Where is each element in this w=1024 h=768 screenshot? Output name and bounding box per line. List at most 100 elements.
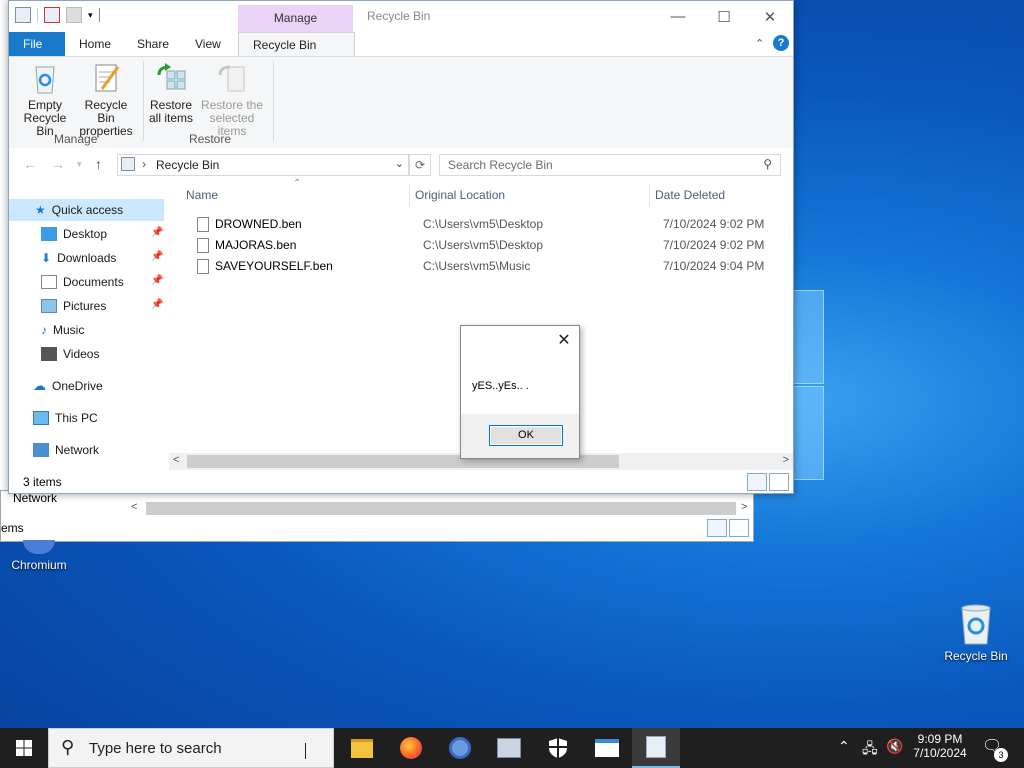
empty-recycle-bin-icon xyxy=(29,61,61,95)
breadcrumb-chevron-icon[interactable]: › xyxy=(142,157,146,171)
taskbar-file-explorer[interactable] xyxy=(338,728,386,768)
ok-button[interactable]: OK xyxy=(489,425,563,446)
nav-downloads[interactable]: ⬇ Downloads xyxy=(41,247,116,269)
large-icons-view-icon[interactable] xyxy=(769,473,789,491)
nav-music[interactable]: ♪ Music xyxy=(41,319,84,341)
dialog-close-icon[interactable]: ✕ xyxy=(555,330,573,350)
recycle-bin-small-icon[interactable] xyxy=(15,7,31,23)
address-dropdown-icon[interactable]: ⌄ xyxy=(395,157,404,170)
taskbar: ⚲ Type here to search ⌃ 🖧 🔇 9:09 PM 7/10… xyxy=(0,728,1024,768)
group-label-restore: Restore xyxy=(189,132,232,146)
forward-arrow-icon[interactable]: → xyxy=(51,156,65,172)
column-divider[interactable] xyxy=(409,184,410,206)
nav-videos-label: Videos xyxy=(63,347,100,361)
pin-icon[interactable]: 📌 xyxy=(151,299,163,310)
details-view-icon[interactable] xyxy=(747,473,767,491)
column-header-original-location[interactable]: Original Location xyxy=(415,188,505,202)
nav-pictures[interactable]: Pictures xyxy=(41,295,106,317)
nav-documents[interactable]: Documents xyxy=(41,271,124,293)
nav-videos[interactable]: Videos xyxy=(41,343,99,365)
bg-scroll-left-icon[interactable]: < xyxy=(131,501,137,513)
table-row[interactable]: MAJORAS.ben C:\Users\vm5\Desktop 7/10/20… xyxy=(185,235,775,256)
file-name: MAJORAS.ben xyxy=(215,238,297,252)
file-icon xyxy=(197,259,209,274)
taskbar-recycle-bin-window[interactable] xyxy=(632,728,680,768)
start-button[interactable] xyxy=(0,728,48,768)
desktop-folder-icon xyxy=(41,227,57,241)
recycle-bin-properties-button[interactable]: Recycle Bin properties xyxy=(75,61,137,138)
nav-this-pc[interactable]: This PC xyxy=(33,407,98,429)
volume-muted-icon[interactable]: 🔇 xyxy=(886,738,903,755)
new-folder-qat-icon[interactable] xyxy=(66,7,82,23)
minimize-button[interactable]: — xyxy=(655,1,701,32)
nav-quick-access[interactable]: ★ Quick access xyxy=(9,199,164,221)
restore-all-items-button[interactable]: Restore all items xyxy=(147,61,195,125)
taskbar-app-generic[interactable] xyxy=(485,728,533,768)
taskbar-search-box[interactable]: ⚲ Type here to search xyxy=(48,728,334,768)
desktop-icon-chromium[interactable]: Chromium xyxy=(8,540,70,572)
tab-view[interactable]: View xyxy=(181,32,235,56)
firefox-icon xyxy=(400,737,422,759)
search-placeholder: Search Recycle Bin xyxy=(448,158,553,172)
taskbar-firefox[interactable] xyxy=(387,728,435,768)
tab-recycle-bin-tools[interactable]: Recycle Bin Tools xyxy=(238,32,355,76)
clock[interactable]: 9:09 PM 7/10/2024 xyxy=(910,732,970,760)
show-hidden-icons-chevron-icon[interactable]: ⌃ xyxy=(838,738,850,755)
file-icon xyxy=(197,217,209,232)
bg-scrollbar-thumb[interactable] xyxy=(146,502,736,515)
empty-recycle-bin-button[interactable]: Empty Recycle Bin xyxy=(15,61,75,138)
scroll-right-icon[interactable]: > xyxy=(783,454,789,466)
pin-icon[interactable]: 📌 xyxy=(151,251,163,262)
recent-locations-icon[interactable]: ▾ xyxy=(77,159,82,170)
address-field[interactable]: › Recycle Bin ⌄ xyxy=(117,154,409,176)
help-icon[interactable]: ? xyxy=(773,35,789,51)
tab-file[interactable]: File xyxy=(9,32,65,56)
table-row[interactable]: SAVEYOURSELF.ben C:\Users\vm5\Music 7/10… xyxy=(185,256,775,277)
bg-details-view-icon[interactable] xyxy=(707,519,727,537)
recycle-bin-label: Recycle Bin xyxy=(944,649,1008,663)
nav-network[interactable]: Network xyxy=(33,439,99,461)
pin-icon[interactable]: 📌 xyxy=(151,227,163,238)
dialog-message: yES..yEs.. . xyxy=(472,380,529,392)
taskbar-chromium[interactable] xyxy=(436,728,484,768)
nav-onedrive[interactable]: ☁ OneDrive xyxy=(33,375,103,397)
collapse-ribbon-icon[interactable]: ⌃ xyxy=(755,37,764,50)
up-arrow-icon[interactable]: ↑ xyxy=(95,156,102,172)
restore-selected-items-button[interactable]: Restore the selected items xyxy=(195,61,269,138)
column-header-date-deleted[interactable]: Date Deleted xyxy=(655,188,725,202)
nav-pictures-label: Pictures xyxy=(63,299,107,313)
search-field[interactable]: Search Recycle Bin ⚲ xyxy=(439,154,781,176)
search-icon[interactable]: ⚲ xyxy=(763,157,772,171)
background-explorer-window[interactable]: Network < > ems xyxy=(0,490,754,542)
bg-large-icons-view-icon[interactable] xyxy=(729,519,749,537)
refresh-button[interactable]: ⟳ xyxy=(409,154,431,176)
desktop-icon-recycle-bin[interactable]: Recycle Bin xyxy=(940,602,1012,663)
nav-desktop[interactable]: Desktop xyxy=(41,223,107,245)
bg-scroll-right-icon[interactable]: > xyxy=(741,501,747,513)
explorer-window[interactable]: ▾ Manage Recycle Bin — ☐ ✕ File Home Sha… xyxy=(8,0,794,494)
message-dialog[interactable]: ✕ yES..yEs.. . OK xyxy=(460,325,580,459)
scroll-left-icon[interactable]: < xyxy=(173,454,179,466)
qat-dropdown-icon[interactable]: ▾ xyxy=(88,10,93,21)
file-name: SAVEYOURSELF.ben xyxy=(215,259,333,273)
column-header-name[interactable]: Name xyxy=(186,188,218,202)
tab-share[interactable]: Share xyxy=(123,32,183,56)
tab-home[interactable]: Home xyxy=(65,32,125,56)
notification-count-badge: 3 xyxy=(994,748,1008,762)
back-arrow-icon[interactable]: ← xyxy=(23,156,37,172)
downloads-icon: ⬇ xyxy=(41,251,52,265)
network-icon xyxy=(33,443,49,457)
network-tray-icon[interactable]: 🖧 xyxy=(862,738,878,762)
maximize-button[interactable]: ☐ xyxy=(701,1,747,32)
restore-all-label-2: all items xyxy=(148,111,193,125)
properties-qat-icon[interactable] xyxy=(44,7,60,23)
title-bar[interactable]: ▾ Manage Recycle Bin — ☐ ✕ xyxy=(9,1,793,32)
taskbar-window-app[interactable] xyxy=(583,728,631,768)
column-divider[interactable] xyxy=(649,184,650,206)
pin-icon[interactable]: 📌 xyxy=(151,275,163,286)
breadcrumb-recycle-bin[interactable]: Recycle Bin xyxy=(156,158,219,172)
close-button[interactable]: ✕ xyxy=(747,1,793,32)
search-icon: ⚲ xyxy=(61,737,75,757)
table-row[interactable]: DROWNED.ben C:\Users\vm5\Desktop 7/10/20… xyxy=(185,214,775,235)
taskbar-security[interactable] xyxy=(534,728,582,768)
